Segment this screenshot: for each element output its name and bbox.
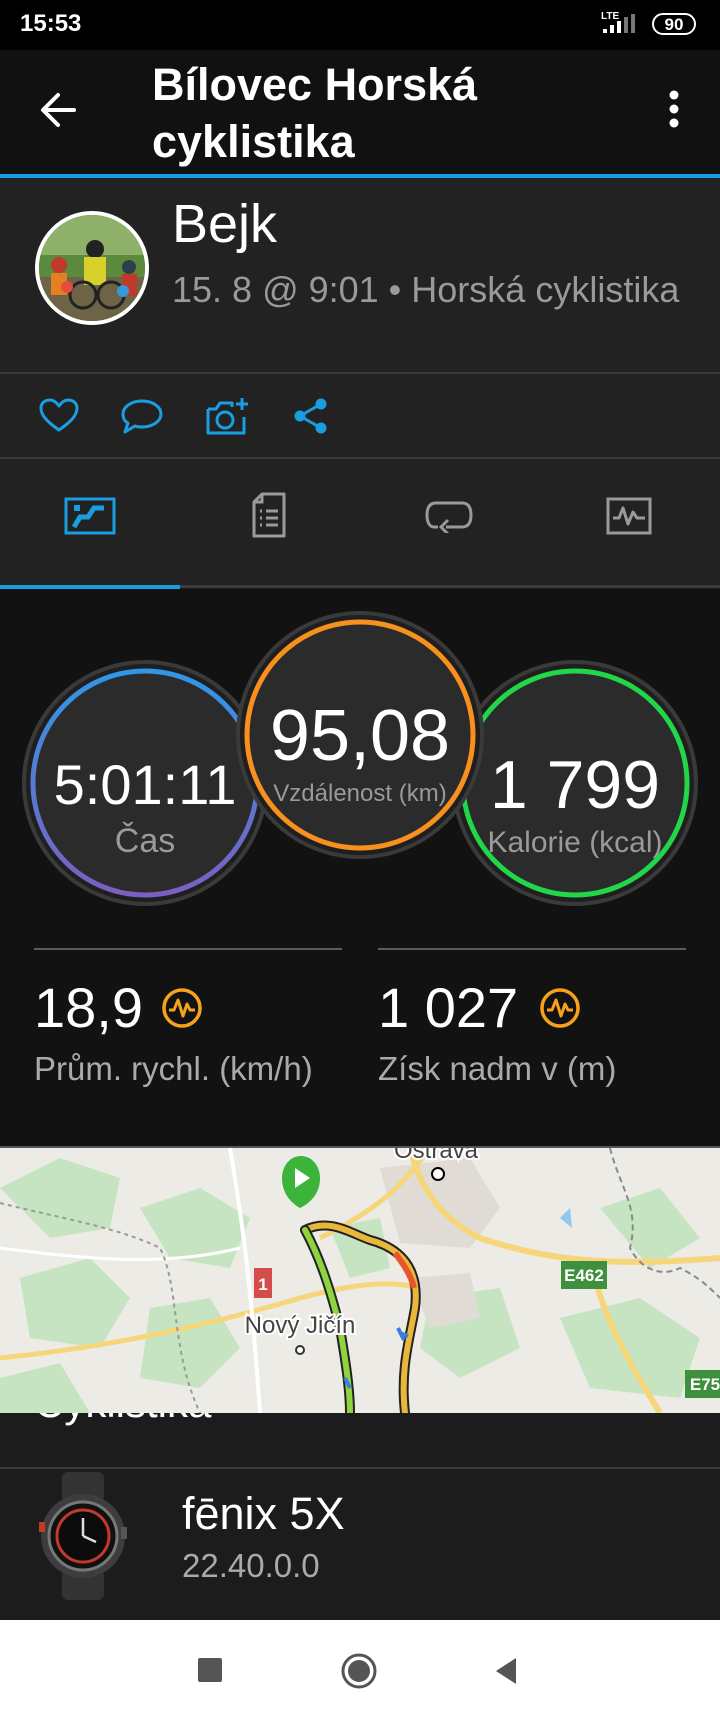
tab-charts-icon[interactable]	[606, 496, 652, 536]
distance-label: Vzdálenost (km)	[273, 780, 447, 807]
more-options-icon[interactable]	[662, 88, 686, 132]
time-label: Čas	[114, 822, 176, 860]
calories-value: 1 799	[489, 747, 661, 823]
device-software-version: 22.40.0.0	[182, 1547, 320, 1584]
divider	[34, 948, 342, 950]
tab-details-icon[interactable]	[250, 491, 288, 539]
map-canvas: E462 E75 1 Nový Jičín Ostrava	[0, 1148, 720, 1413]
status-time: 15:53	[20, 10, 82, 37]
like-icon[interactable]	[38, 397, 80, 433]
distance-value: 95,08	[269, 696, 451, 776]
comment-icon[interactable]	[120, 397, 164, 435]
action-bar	[0, 374, 720, 457]
road-label-e462: E462	[564, 1266, 604, 1285]
watch-icon	[39, 1472, 127, 1600]
home-icon[interactable]	[340, 1652, 378, 1690]
add-photo-icon[interactable]	[204, 395, 252, 437]
map-city-label: Nový Jičín	[245, 1312, 356, 1339]
divider	[0, 1467, 720, 1469]
tab-laps-icon[interactable]	[424, 497, 474, 533]
activity-date-type: 15. 8 @ 9:01 • Horská cyklistika	[172, 269, 680, 310]
activity-type-section: Cyklistika	[0, 1413, 720, 1468]
athlete-name: Bejk	[172, 194, 278, 254]
trend-icon[interactable]	[160, 986, 204, 1030]
avatar[interactable]	[35, 211, 149, 325]
signal-icon	[603, 14, 635, 33]
recent-apps-icon[interactable]	[198, 1658, 222, 1682]
elevation-gain-value: 1 027	[378, 976, 519, 1039]
avg-speed-label: Prům. rychl. (km/h)	[34, 1050, 313, 1087]
device-name: fēnix 5X	[182, 1488, 345, 1539]
battery-icon: 90	[652, 13, 696, 35]
calories-label: Kalorie (kcal)	[487, 826, 663, 859]
road-label-1: 1	[258, 1275, 267, 1294]
back-icon[interactable]	[492, 1656, 520, 1686]
avg-speed-value: 18,9	[34, 976, 143, 1039]
share-icon[interactable]	[292, 397, 330, 435]
elevation-gain-label: Získ nadm v (m)	[378, 1050, 617, 1087]
tab-overview-icon[interactable]	[64, 495, 116, 537]
route-map[interactable]: E462 E75 1 Nový Jičín Ostrava	[0, 1148, 720, 1413]
map-city-label: Ostrava	[394, 1148, 479, 1164]
divider	[378, 948, 686, 950]
back-arrow-icon[interactable]	[38, 90, 78, 130]
page-title: Bílovec Horská cyklistika	[152, 59, 478, 167]
trend-icon[interactable]	[538, 986, 582, 1030]
road-label-e75: E75	[690, 1375, 720, 1394]
activity-type-label: Cyklistika	[34, 1413, 211, 1427]
time-value: 5:01:11	[53, 753, 237, 816]
